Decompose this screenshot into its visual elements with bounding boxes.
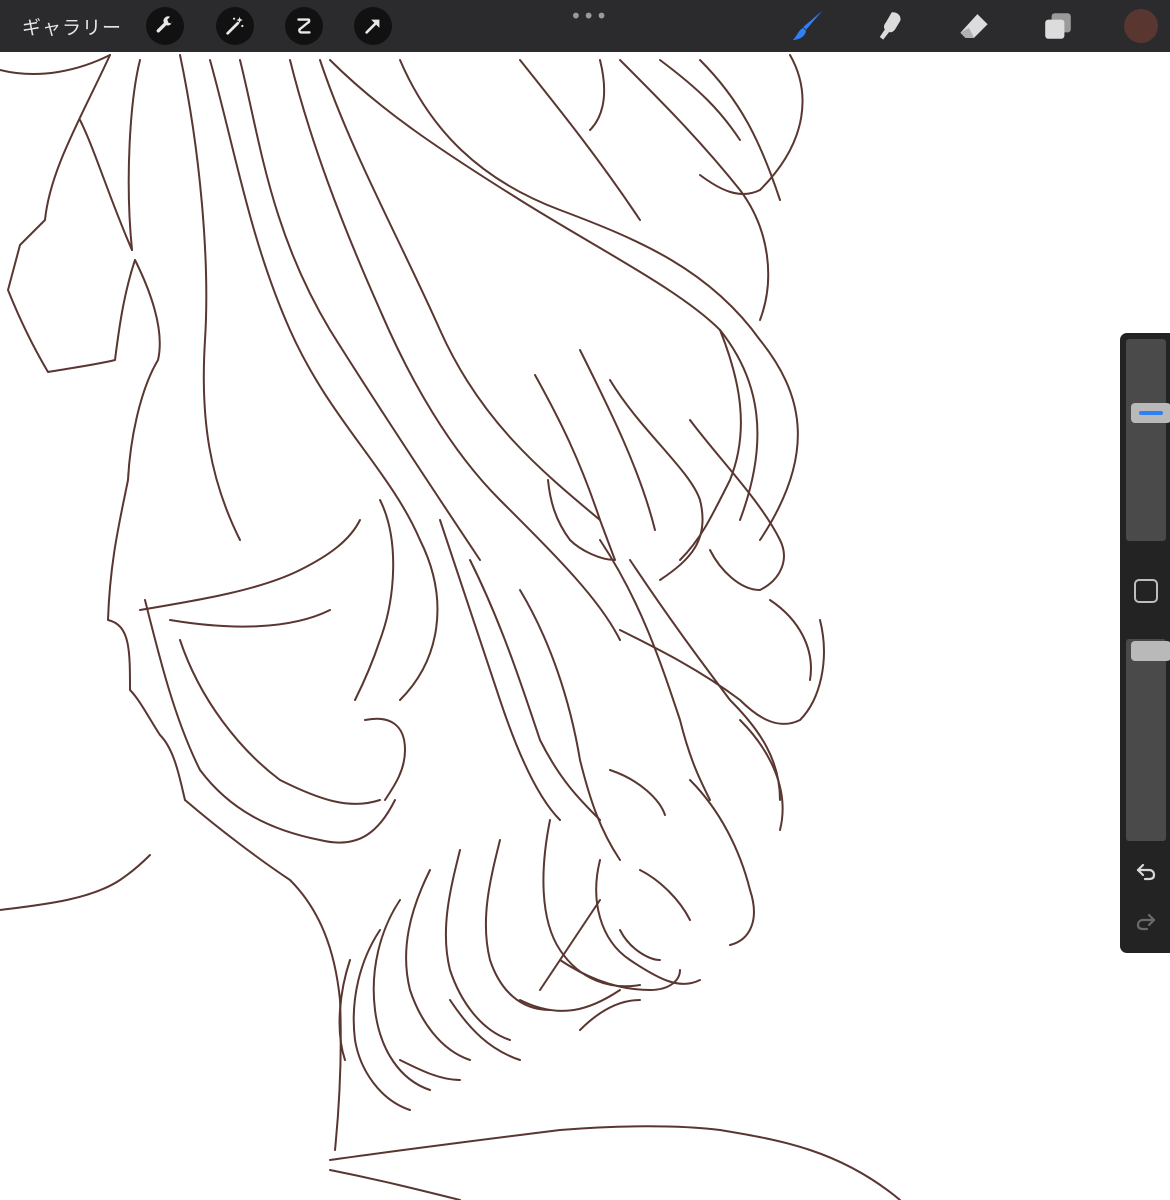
actions-button[interactable] bbox=[146, 7, 184, 45]
top-toolbar: ギャラリー ••• bbox=[0, 0, 1170, 52]
magic-wand-icon bbox=[226, 16, 244, 35]
redo-button[interactable] bbox=[1132, 908, 1160, 936]
transform-button[interactable] bbox=[354, 7, 392, 45]
smudge-tool-button[interactable] bbox=[870, 6, 910, 46]
brush-opacity-slider[interactable] bbox=[1126, 639, 1170, 841]
layers-button[interactable] bbox=[1038, 6, 1078, 46]
more-options-button[interactable]: ••• bbox=[570, 4, 608, 28]
redo-icon bbox=[1136, 913, 1156, 931]
undo-icon bbox=[1136, 863, 1156, 881]
adjustments-button[interactable] bbox=[216, 7, 254, 45]
smudge-icon bbox=[879, 12, 901, 40]
selection-button[interactable] bbox=[285, 7, 323, 45]
eraser-icon bbox=[960, 14, 988, 38]
brush-icon bbox=[792, 10, 823, 41]
brush-size-slider[interactable] bbox=[1126, 339, 1170, 541]
brush-size-thumb[interactable] bbox=[1131, 403, 1170, 424]
gallery-button[interactable]: ギャラリー bbox=[22, 13, 122, 40]
brush-size-indicator bbox=[1139, 411, 1163, 416]
layers-icon bbox=[1045, 13, 1071, 39]
wrench-icon bbox=[156, 16, 173, 33]
transform-arrow-icon bbox=[365, 19, 380, 34]
drawing-canvas[interactable] bbox=[0, 52, 1170, 1200]
modify-square-icon[interactable] bbox=[1134, 579, 1158, 603]
paint-tool-button[interactable] bbox=[788, 6, 828, 46]
color-picker-swatch[interactable] bbox=[1124, 9, 1158, 43]
eraser-tool-button[interactable] bbox=[954, 6, 994, 46]
brush-opacity-thumb[interactable] bbox=[1131, 641, 1170, 661]
selection-icon bbox=[297, 18, 311, 34]
brush-sidebar bbox=[1120, 333, 1170, 953]
undo-button[interactable] bbox=[1132, 858, 1160, 886]
